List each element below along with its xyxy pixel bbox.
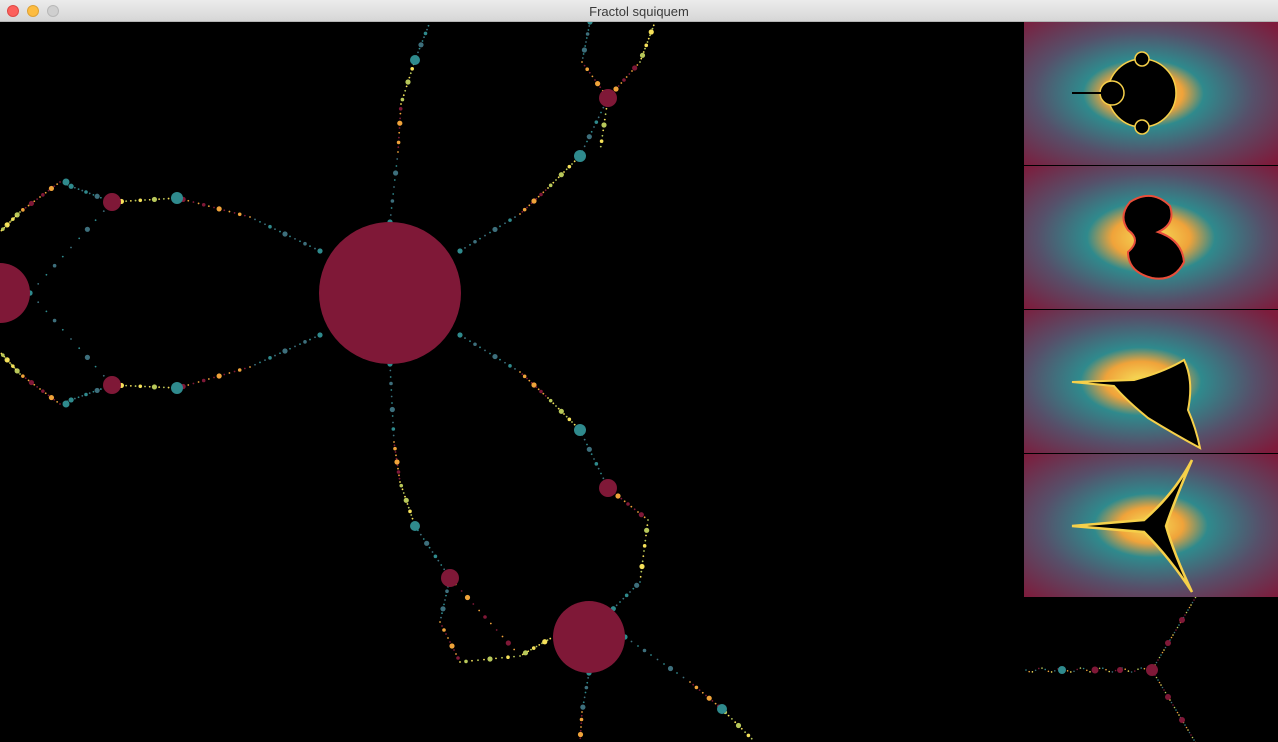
main-bulb [319, 222, 461, 364]
lower-bulb [553, 601, 625, 673]
thumbnail-burning-ship[interactable] [1024, 310, 1278, 453]
thumbnail-julia[interactable] [1024, 166, 1278, 309]
thumbnail-tricorn[interactable] [1024, 454, 1278, 597]
fractal-selector-panel [1024, 22, 1278, 598]
window-titlebar[interactable]: Fractol squiquem [0, 0, 1278, 22]
thumbnail-mandelbrot[interactable] [1024, 22, 1278, 165]
window-title: Fractol squiquem [589, 4, 689, 19]
